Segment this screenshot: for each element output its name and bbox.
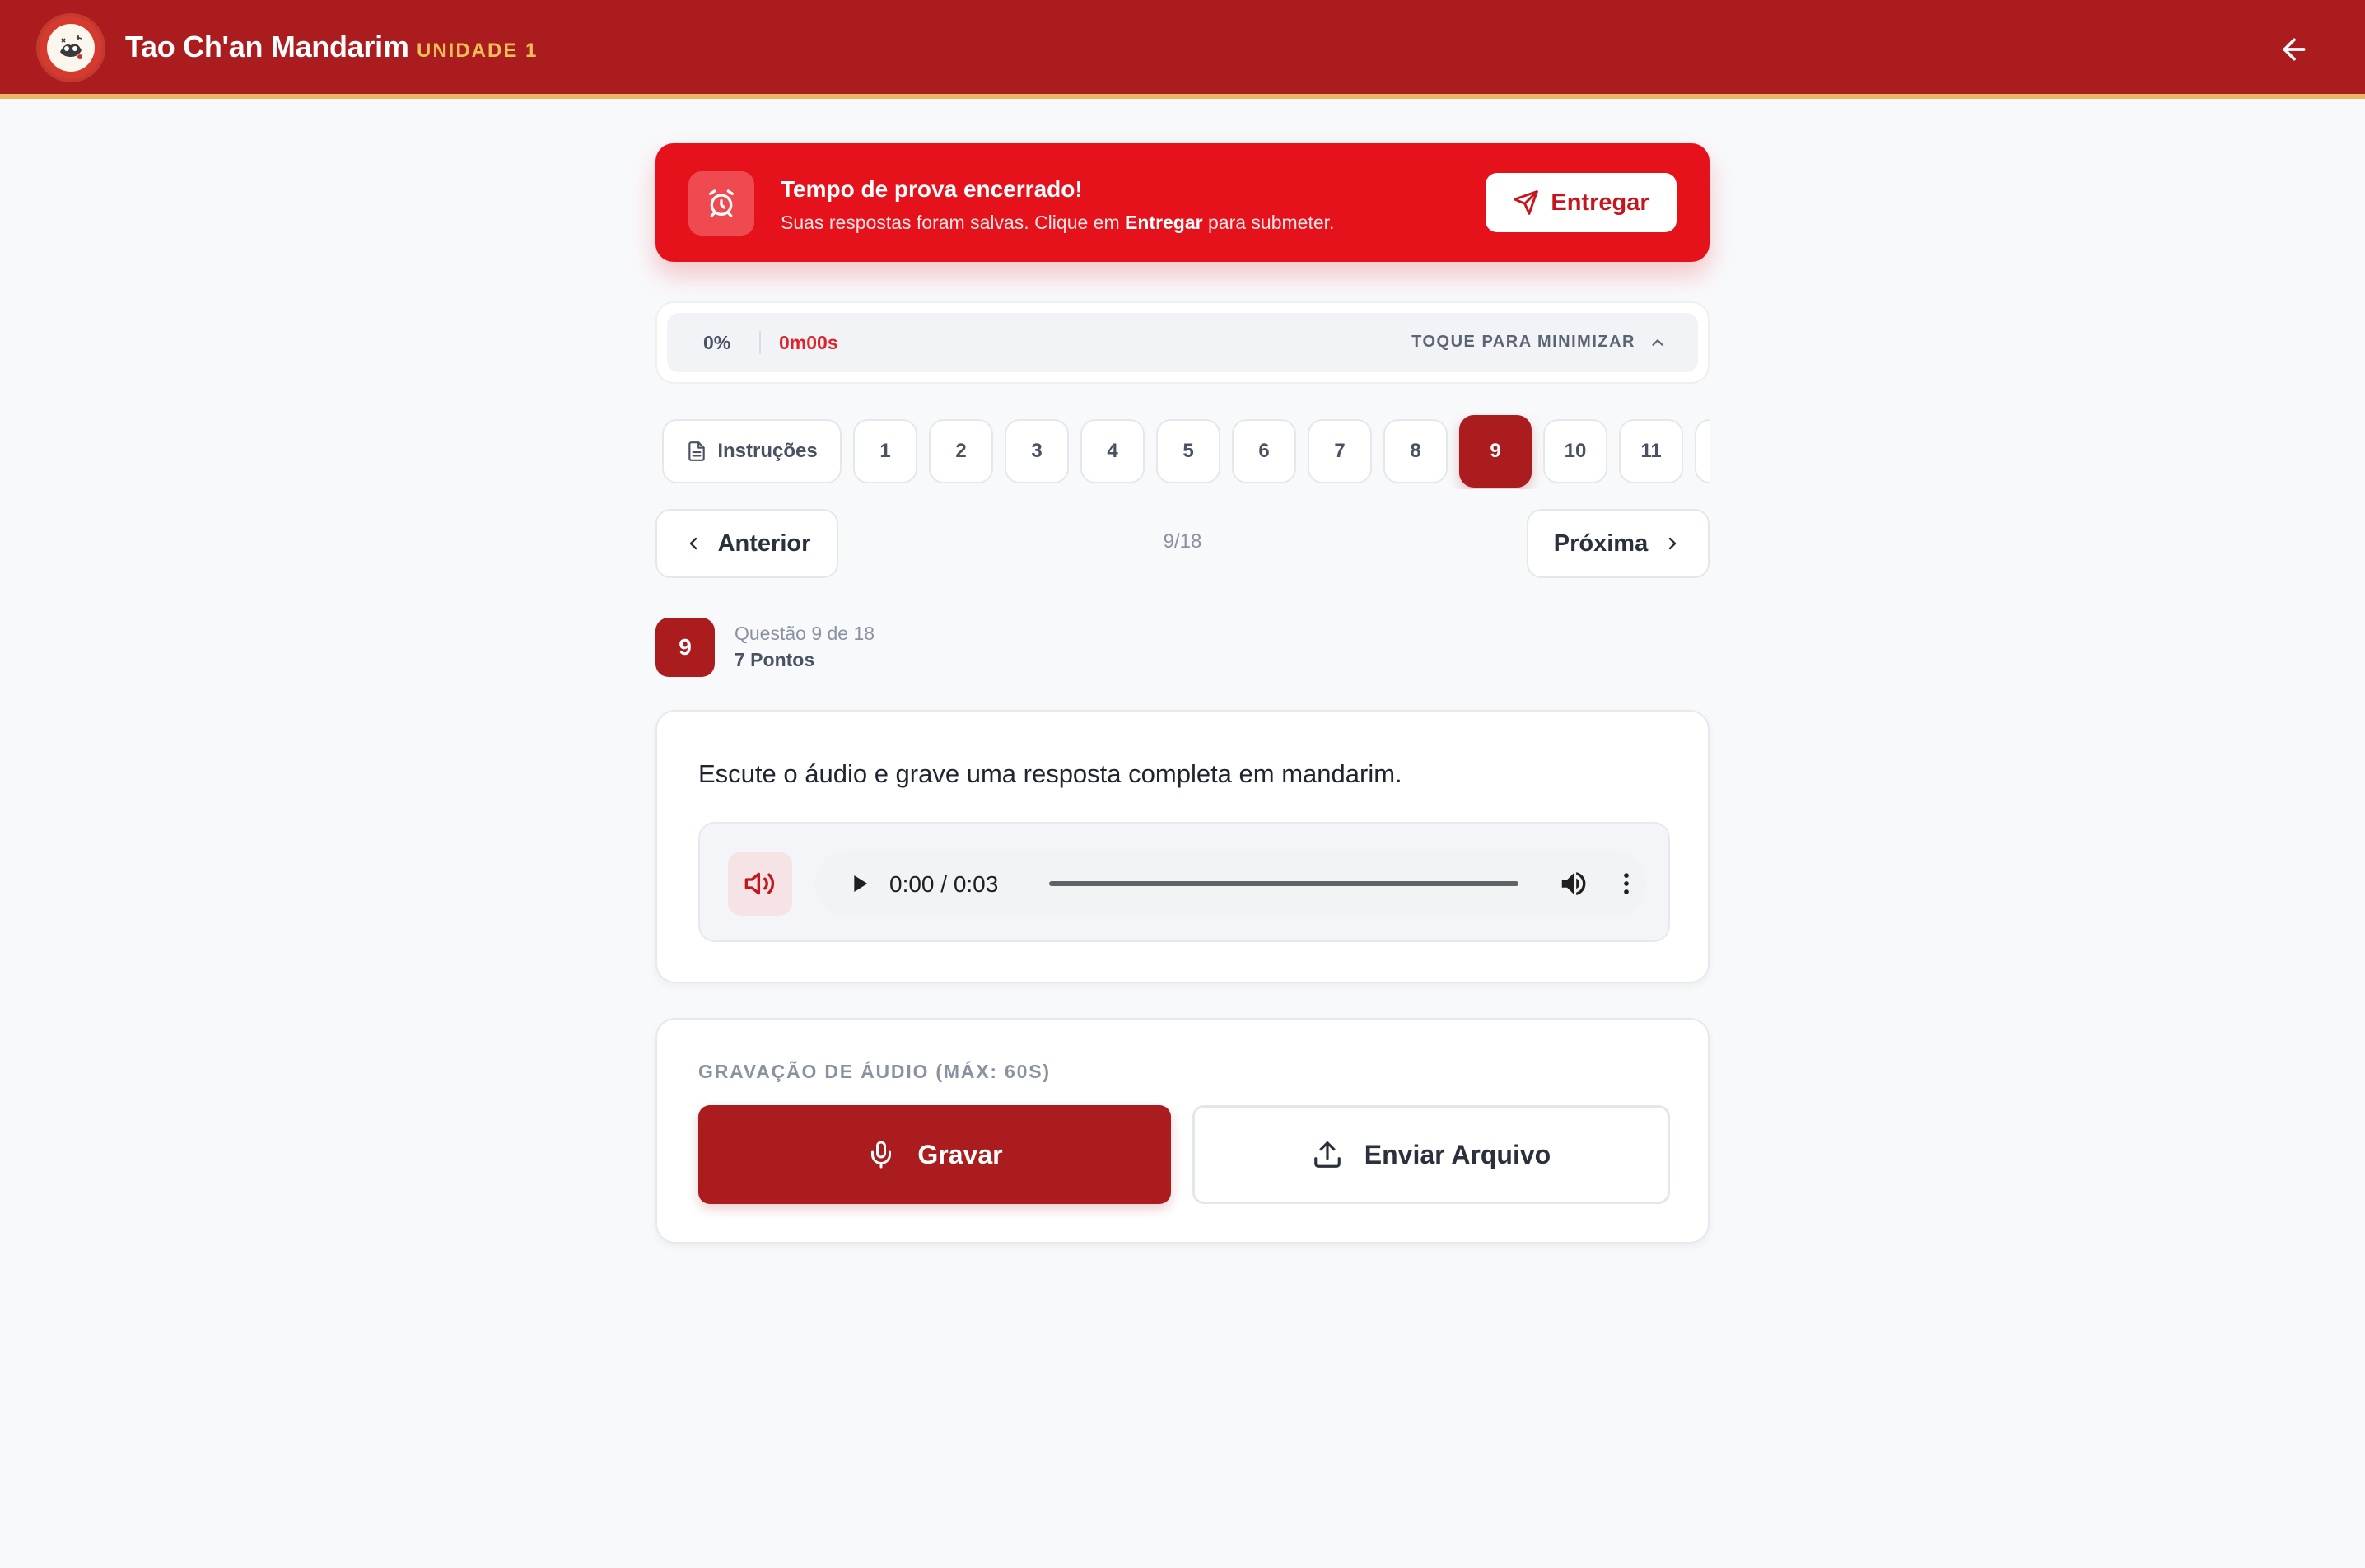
audio-time: 0:00 / 0:03 [889, 871, 999, 897]
minimize-toggle[interactable]: TOQUE PARA MINIMIZAR [1411, 333, 1667, 352]
submit-button[interactable]: Entregar [1486, 173, 1677, 232]
next-label: Próxima [1553, 530, 1649, 557]
question-button-3[interactable]: 3 [1005, 419, 1069, 483]
divider [759, 331, 761, 354]
app-header: Tao Ch'an Mandarim UNIDADE 1 [0, 0, 2365, 99]
app-title: Tao Ch'an Mandarim [125, 30, 409, 63]
microphone-icon [871, 1141, 892, 1169]
progress-panel: 0% 0m00s TOQUE PARA MINIMIZAR [655, 301, 1710, 384]
upload-label: Enviar Arquivo [1364, 1139, 1551, 1169]
question-button-9[interactable]: 9 [1459, 415, 1532, 488]
question-button-1[interactable]: 1 [853, 419, 917, 483]
audio-player: 0:00 / 0:03 [815, 850, 1647, 917]
submit-label: Entregar [1551, 189, 1649, 216]
question-button-6[interactable]: 6 [1232, 419, 1296, 483]
volume-icon [1561, 872, 1586, 895]
speaker-icon [728, 852, 792, 916]
progress-percent: 0% [703, 332, 731, 353]
chevron-right-icon [1669, 537, 1677, 550]
upload-icon [1313, 1141, 1341, 1168]
question-header: 9 Questão 9 de 18 7 Pontos [655, 618, 1710, 677]
app-logo [36, 13, 105, 82]
play-icon [854, 875, 868, 892]
question-button-2[interactable]: 2 [929, 419, 993, 483]
question-button-4[interactable]: 4 [1080, 419, 1145, 483]
recording-label: GRAVAÇÃO DE ÁUDIO (MÁX: 60S) [698, 1061, 1051, 1082]
alarm-clock-icon [688, 171, 754, 236]
minimize-label: TOQUE PARA MINIMIZAR [1411, 333, 1635, 351]
recording-card: GRAVAÇÃO DE ÁUDIO (MÁX: 60S) Gravar Envi… [655, 1018, 1710, 1244]
question-of-label: Questão 9 de 18 [735, 623, 875, 644]
record-label: Gravar [917, 1139, 1003, 1169]
instructions-label: Instruções [717, 440, 818, 462]
question-card: Escute o áudio e grave uma resposta comp… [655, 710, 1710, 983]
more-vertical-icon [1624, 873, 1629, 894]
progress-bar[interactable]: 0% 0m00s TOQUE PARA MINIMIZAR [667, 313, 1698, 372]
record-button[interactable]: Gravar [698, 1105, 1171, 1204]
question-button-5[interactable]: 5 [1156, 419, 1220, 483]
pager: Anterior 9/18 Próxima [655, 509, 1710, 578]
volume-button[interactable] [1558, 868, 1589, 903]
time-up-banner: Tempo de prova encerrado! Suas respostas… [655, 143, 1710, 262]
audio-section: 0:00 / 0:03 [698, 822, 1670, 942]
unit-label: UNIDADE 1 [417, 40, 539, 62]
banner-subtitle: Suas respostas foram salvas. Clique em E… [781, 212, 1335, 233]
back-button[interactable] [2273, 28, 2316, 71]
question-button-11[interactable]: 11 [1619, 419, 1683, 483]
audio-seek-bar[interactable] [1049, 881, 1518, 886]
question-number-badge: 9 [655, 618, 715, 677]
upload-file-button[interactable]: Enviar Arquivo [1192, 1105, 1670, 1204]
more-options-button[interactable] [1612, 870, 1640, 902]
send-icon [1514, 190, 1539, 215]
question-button-12[interactable]: 12 [1695, 419, 1710, 483]
question-button-7[interactable]: 7 [1308, 419, 1372, 483]
timer: 0m00s [779, 332, 838, 353]
question-points: 7 Pontos [735, 649, 815, 670]
question-nav: Instruções 1 2 3 4 5 6 7 8 9 10 11 12 [655, 413, 1710, 489]
document-icon [688, 441, 706, 461]
next-button[interactable]: Próxima [1527, 509, 1710, 578]
question-button-10[interactable]: 10 [1543, 419, 1607, 483]
arrow-left-icon [2283, 38, 2306, 61]
play-button[interactable] [847, 870, 873, 901]
question-prompt: Escute o áudio e grave uma resposta comp… [698, 759, 1402, 788]
question-button-8[interactable]: 8 [1383, 419, 1448, 483]
banner-title: Tempo de prova encerrado! [781, 176, 1083, 202]
logo-emblem-icon [53, 30, 89, 66]
instructions-button[interactable]: Instruções [662, 419, 842, 483]
chevron-up-icon [1652, 338, 1663, 346]
